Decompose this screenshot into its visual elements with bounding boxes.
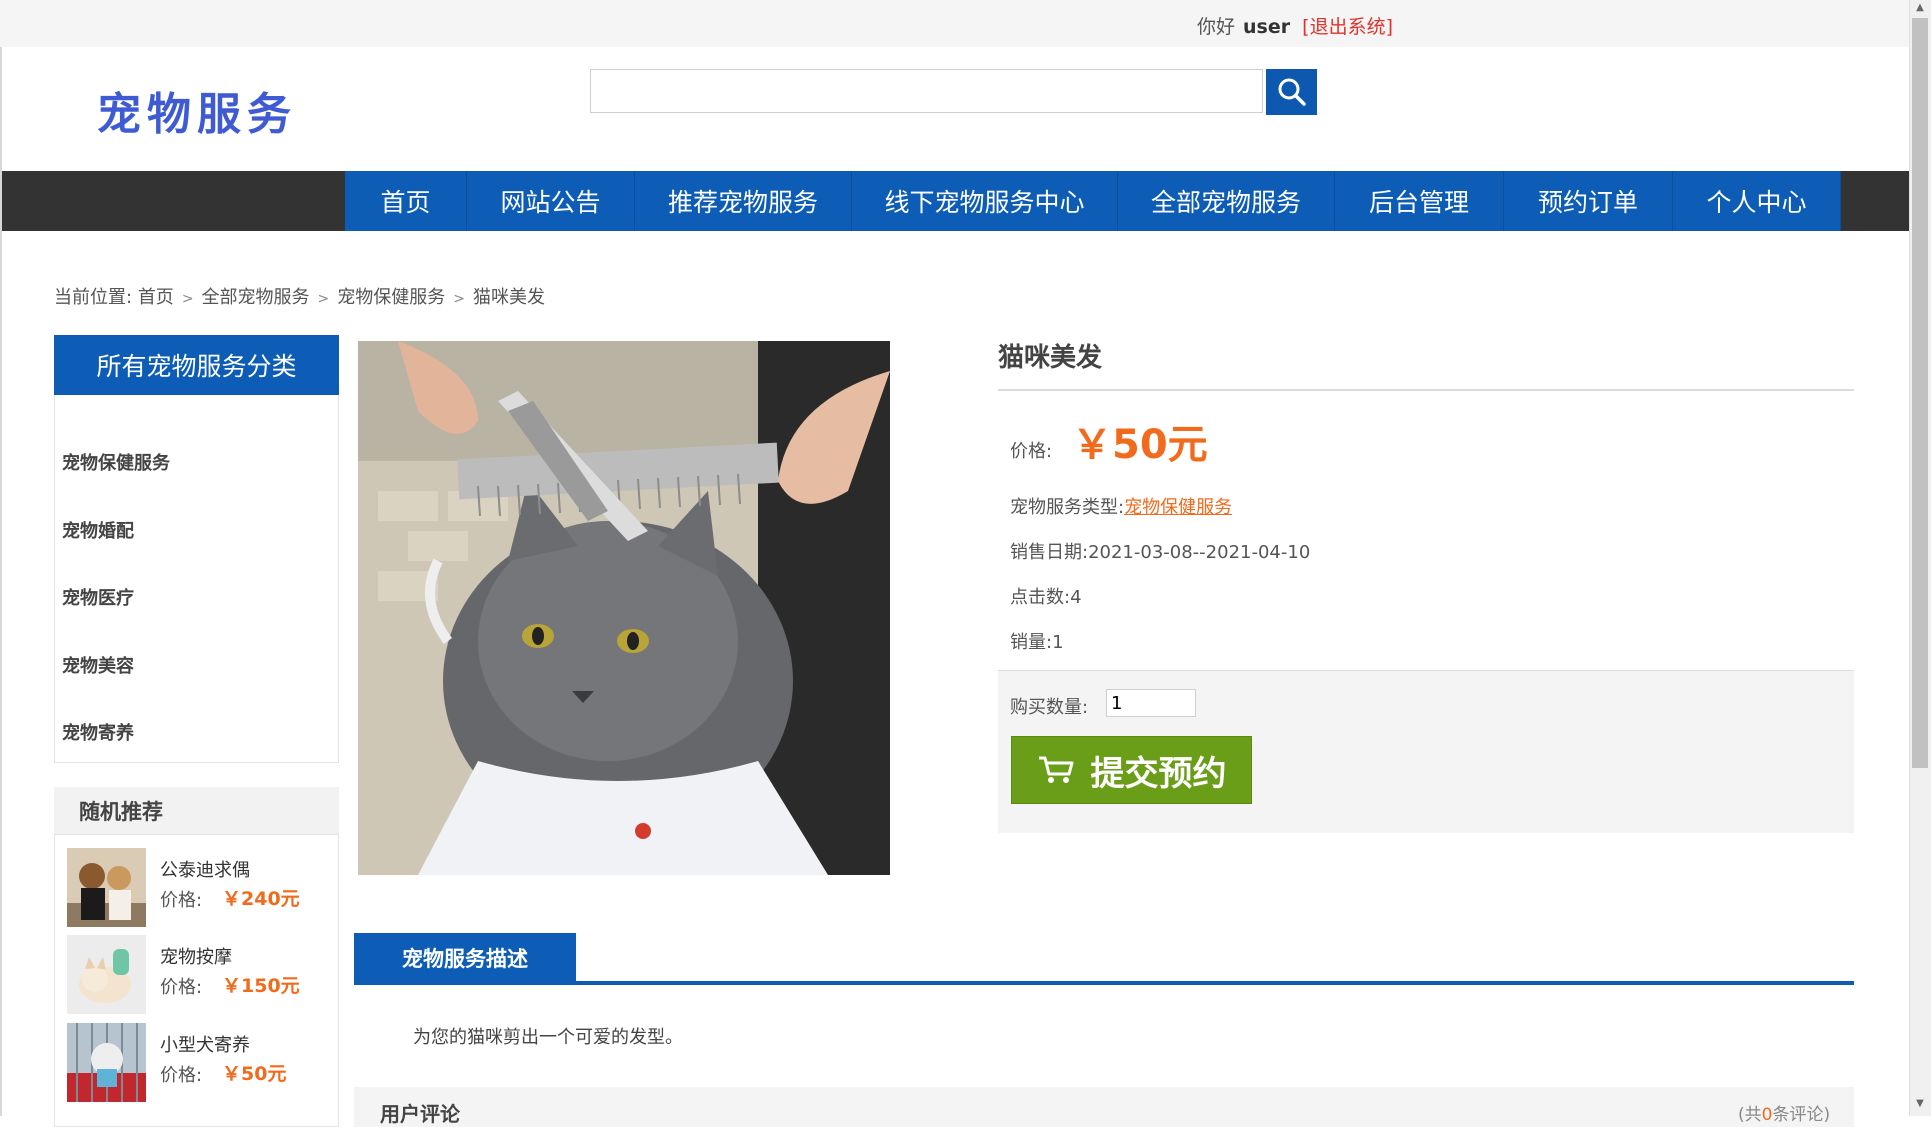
reviews-count-number: 0 [1761,1105,1773,1125]
category-item-grooming[interactable]: 宠物美容 [62,652,134,678]
nav-item-all-services[interactable]: 全部宠物服务 [1118,171,1335,231]
reviews-header [354,1087,1854,1127]
submit-booking-button[interactable]: 提交预约 [1011,736,1252,804]
recommend-item[interactable]: 宠物按摩 价格: ￥150元 [67,935,327,1015]
recommend-name[interactable]: 宠物按摩 [160,943,232,969]
quantity-input[interactable] [1106,689,1196,717]
category-item-mating[interactable]: 宠物婚配 [62,517,134,543]
search-button[interactable] [1266,69,1317,115]
nav-item-announcements[interactable]: 网站公告 [467,171,635,231]
recommend-name[interactable]: 小型犬寄养 [160,1031,250,1057]
category-item-medical[interactable]: 宠物医疗 [62,584,134,610]
click-count-value: 4 [1070,587,1082,608]
username: user [1243,16,1291,38]
chevron-right-icon: > [317,291,330,307]
sales-count-value: 1 [1052,632,1064,653]
breadcrumb-item-home[interactable]: 首页 [138,287,174,308]
page-border [0,47,2,1116]
cat-photo [358,341,890,875]
recommend-price-label: 价格: [160,1065,203,1086]
nav-item-home[interactable]: 首页 [345,171,467,231]
breadcrumb-prefix: 当前位置: [54,287,133,308]
reviews-count: (共0条评论) [1738,1100,1830,1125]
main-nav: 首页 网站公告 推荐宠物服务 线下宠物服务中心 全部宠物服务 后台管理 预约订单… [345,171,1841,231]
recommend-thumbnail[interactable] [67,935,146,1014]
nav-item-orders[interactable]: 预约订单 [1504,171,1673,231]
search-input[interactable] [590,69,1263,113]
recommend-name[interactable]: 公泰迪求偶 [160,856,250,882]
breadcrumb-item-current: 猫咪美发 [473,287,546,308]
category-item-boarding[interactable]: 宠物寄养 [62,719,134,745]
quantity-label: 购买数量: [1010,697,1089,718]
search-icon [1278,78,1306,106]
recommend-price: ￥240元 [222,888,300,910]
random-recommend-title: 随机推荐 [54,787,339,835]
reviews-title: 用户评论 [380,1102,460,1126]
top-bar [0,0,1909,47]
logout-link[interactable]: [退出系统] [1302,16,1393,38]
scroll-up-arrow-icon[interactable]: ▲ [1912,2,1928,16]
reviews-count-prefix: (共 [1738,1105,1762,1125]
breadcrumb-item-all[interactable]: 全部宠物服务 [202,287,310,308]
service-type-label: 宠物服务类型: [1010,497,1125,518]
sale-date-value: 2021-03-08--2021-04-10 [1088,542,1311,563]
nav-item-recommended[interactable]: 推荐宠物服务 [635,171,852,231]
category-item-health[interactable]: 宠物保健服务 [62,449,170,475]
product-image [358,341,890,875]
breadcrumb: 当前位置: 首页 > 全部宠物服务 > 宠物保健服务 > 猫咪美发 [54,283,545,309]
breadcrumb-item-category[interactable]: 宠物保健服务 [337,287,445,308]
sales-count-label: 销量: [1010,632,1053,653]
reviews-count-suffix: 条评论) [1772,1105,1831,1125]
recommend-item[interactable]: 小型犬寄养 价格: ￥50元 [67,1023,327,1103]
category-panel [54,335,339,763]
title-divider [998,389,1854,391]
sale-date-label: 销售日期: [1010,542,1089,563]
service-type: 宠物服务类型:宠物保健服务 [1010,493,1232,519]
chevron-right-icon: > [453,291,466,307]
recommend-thumbnail[interactable] [67,848,146,927]
user-greeting: 你好 user [退出系统] [1197,12,1393,39]
recommend-price: ￥150元 [222,975,300,997]
nav-item-admin[interactable]: 后台管理 [1335,171,1504,231]
description-divider [354,981,1854,985]
site-logo[interactable]: 宠物服务 [97,78,297,142]
greeting-text: 你好 [1196,16,1235,38]
recommend-price-label: 价格: [160,977,203,998]
sales-count: 销量:1 [1010,628,1064,654]
recommend-thumbnail[interactable] [67,1023,146,1102]
product-title: 猫咪美发 [998,343,1103,373]
cart-icon [1038,756,1073,783]
price-value: ￥50元 [1072,422,1208,468]
recommend-price: ￥50元 [222,1063,287,1085]
description-text: 为您的猫咪剪出一个可爱的发型。 [413,1027,683,1048]
chevron-right-icon: > [181,291,194,307]
recommend-price-label: 价格: [160,890,203,911]
click-count-label: 点击数: [1010,587,1071,608]
scroll-down-arrow-icon[interactable]: ▼ [1912,1098,1928,1112]
category-panel-title: 所有宠物服务分类 [54,335,339,395]
tab-description[interactable]: 宠物服务描述 [354,933,576,983]
nav-item-profile[interactable]: 个人中心 [1673,171,1841,231]
sale-date: 销售日期:2021-03-08--2021-04-10 [1010,538,1310,564]
submit-booking-label: 提交预约 [1090,753,1227,794]
price-label: 价格: [1010,441,1053,462]
recommend-item[interactable]: 公泰迪求偶 价格: ￥240元 [67,848,327,928]
click-count: 点击数:4 [1010,583,1082,609]
nav-item-offline-center[interactable]: 线下宠物服务中心 [852,171,1118,231]
service-type-link[interactable]: 宠物保健服务 [1124,497,1232,518]
scrollbar-thumb[interactable] [1912,18,1928,768]
